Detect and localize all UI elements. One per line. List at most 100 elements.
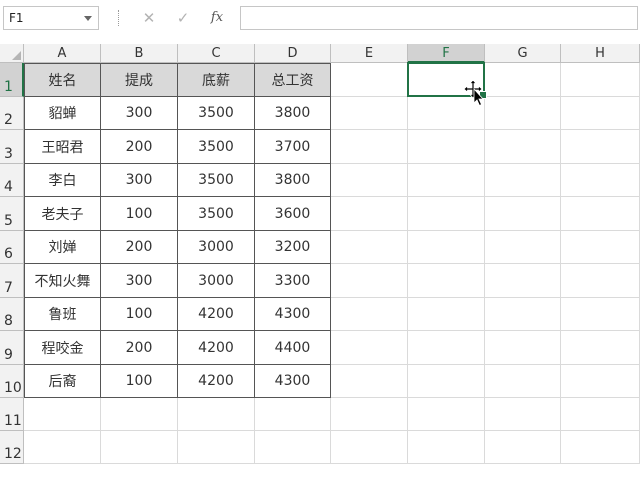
grid-cell[interactable] [561,231,640,264]
grid-cell[interactable] [408,130,485,164]
table-cell[interactable]: 100 [101,365,178,398]
grid-cell[interactable] [331,164,408,197]
insert-function-button[interactable]: fx [206,7,228,29]
table-cell[interactable]: 300 [101,164,178,197]
table-cell[interactable]: 程咬金 [24,331,101,365]
table-cell[interactable]: 300 [101,97,178,130]
grid-cell[interactable] [485,398,561,431]
grid-cell[interactable] [485,197,561,231]
spreadsheet-grid[interactable]: A B C D E F G H 1 2 3 4 5 6 7 8 9 10 11 12 姓名 提成 底薪 总工资 貂蝉 300 350… [0,44,640,480]
table-header-cell[interactable]: 提成 [101,63,178,97]
row-header-3[interactable]: 3 [0,130,24,164]
table-cell[interactable]: 3500 [178,130,255,164]
grid-cell[interactable] [561,298,640,331]
grid-cell[interactable] [178,431,255,464]
grid-cell[interactable] [331,130,408,164]
grid-cell[interactable] [485,231,561,264]
grid-cell[interactable] [331,398,408,431]
grid-cell[interactable] [408,197,485,231]
grid-cell[interactable] [408,398,485,431]
column-header-h[interactable]: H [561,44,640,63]
grid-cell[interactable] [331,264,408,298]
row-header-12[interactable]: 12 [0,431,24,464]
table-cell[interactable]: 后裔 [24,365,101,398]
grid-cell[interactable] [485,164,561,197]
table-cell[interactable]: 3200 [255,231,331,264]
table-cell[interactable]: 3700 [255,130,331,164]
grid-cell[interactable] [331,63,408,97]
grid-cell[interactable] [101,398,178,431]
table-cell[interactable]: 200 [101,231,178,264]
grid-cell[interactable] [408,331,485,365]
grid-cell[interactable] [561,197,640,231]
table-header-cell[interactable]: 姓名 [24,63,101,97]
row-header-1[interactable]: 1 [0,63,24,97]
grid-cell[interactable] [561,431,640,464]
row-header-11[interactable]: 11 [0,398,24,431]
row-header-4[interactable]: 4 [0,164,24,197]
table-header-cell[interactable]: 底薪 [178,63,255,97]
grid-cell[interactable] [331,331,408,365]
column-header-f[interactable]: F [408,44,485,63]
grid-cell[interactable] [561,331,640,365]
table-cell[interactable]: 4300 [255,365,331,398]
table-cell[interactable]: 4300 [255,298,331,331]
column-header-d[interactable]: D [255,44,331,63]
table-cell[interactable]: 王昭君 [24,130,101,164]
grid-cell[interactable] [485,130,561,164]
grid-cell[interactable] [485,264,561,298]
grid-cell[interactable] [24,431,101,464]
row-header-8[interactable]: 8 [0,298,24,331]
row-header-5[interactable]: 5 [0,197,24,231]
grid-cell[interactable] [255,398,331,431]
table-cell[interactable]: 4200 [178,365,255,398]
grid-cell[interactable] [101,431,178,464]
grid-cell[interactable] [485,365,561,398]
enter-icon[interactable]: ✓ [172,7,194,29]
table-cell[interactable]: 刘婵 [24,231,101,264]
name-box[interactable]: F1 [3,6,99,30]
column-header-a[interactable]: A [24,44,101,63]
grid-cell[interactable] [561,365,640,398]
column-header-b[interactable]: B [101,44,178,63]
grid-cell[interactable] [561,164,640,197]
grid-cell[interactable] [24,398,101,431]
row-header-10[interactable]: 10 [0,365,24,398]
table-cell[interactable]: 貂蝉 [24,97,101,130]
grid-cell[interactable] [561,398,640,431]
grid-cell[interactable] [331,231,408,264]
table-cell[interactable]: 300 [101,264,178,298]
table-cell[interactable]: 鲁班 [24,298,101,331]
table-cell[interactable]: 4200 [178,331,255,365]
table-cell[interactable]: 不知火舞 [24,264,101,298]
grid-cell[interactable] [408,298,485,331]
table-cell[interactable]: 100 [101,197,178,231]
grid-cell[interactable] [331,298,408,331]
grid-cell[interactable] [485,298,561,331]
table-cell[interactable]: 3500 [178,97,255,130]
column-header-g[interactable]: G [485,44,561,63]
table-cell[interactable]: 4400 [255,331,331,365]
grid-cell[interactable] [485,331,561,365]
grid-cell[interactable] [561,130,640,164]
grid-cell[interactable] [331,197,408,231]
table-cell[interactable]: 老夫子 [24,197,101,231]
grid-cell[interactable] [485,63,561,97]
grid-cell[interactable] [561,264,640,298]
row-header-7[interactable]: 7 [0,264,24,298]
table-header-cell[interactable]: 总工资 [255,63,331,97]
chevron-down-icon[interactable] [84,16,92,21]
grid-cell[interactable] [331,97,408,130]
grid-cell[interactable] [408,431,485,464]
table-cell[interactable]: 4200 [178,298,255,331]
row-header-6[interactable]: 6 [0,231,24,264]
table-cell[interactable]: 3800 [255,97,331,130]
column-header-c[interactable]: C [178,44,255,63]
grid-cell[interactable] [561,97,640,130]
grid-cell[interactable] [331,365,408,398]
select-all-corner[interactable] [0,44,24,63]
grid-cell[interactable] [408,164,485,197]
grid-cell[interactable] [255,431,331,464]
grid-cell[interactable] [408,264,485,298]
column-header-e[interactable]: E [331,44,408,63]
